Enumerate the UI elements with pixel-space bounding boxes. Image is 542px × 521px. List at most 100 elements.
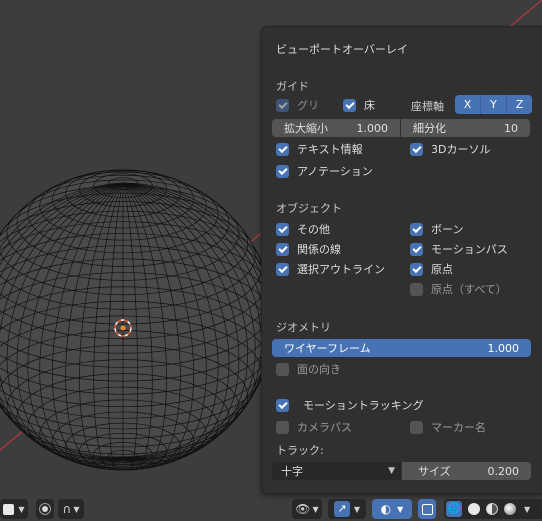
annotations-label: アノテーション	[297, 165, 373, 178]
wireframe-label: ワイヤーフレーム	[284, 342, 371, 355]
scale-field[interactable]: 拡大縮小 1.000	[272, 119, 400, 137]
bones-check-icon	[410, 222, 423, 236]
viewport-overlays-panel: ビューポートオーバーレイ ガイド グリ 床 座標軸 X Y Z 拡大縮小 1.0…	[261, 26, 542, 494]
origins-label: 原点	[431, 263, 453, 276]
camera-path-label: カメラパス	[297, 421, 352, 434]
relationship-lines-label: 関係の線	[297, 243, 341, 256]
material-preview-icon[interactable]	[486, 503, 498, 515]
marker-names-check-icon	[410, 420, 423, 434]
extras-label: その他	[297, 223, 330, 236]
grid-check-icon	[276, 98, 289, 112]
square-swatch-icon	[3, 503, 15, 515]
rendered-shading-icon[interactable]	[504, 503, 516, 515]
viewport-header-toolbar: ▼ ∩ ▼ 👁 ▼ ↗ ▼ ◐ ▼ 🌐 ▼	[0, 499, 542, 521]
text-info-label: テキスト情報	[297, 143, 363, 156]
chevron-down-icon: ▼	[312, 504, 319, 514]
shading-mode-group: 🌐 ▼	[444, 499, 542, 519]
xray-toggle[interactable]	[418, 499, 436, 519]
proportional-falloff-dropdown[interactable]: ∩ ▼	[58, 499, 84, 519]
scale-value: 1.000	[356, 121, 389, 135]
camera-path-checkbox[interactable]: カメラパス	[276, 419, 352, 435]
subdivisions-label: 細分化	[413, 122, 446, 135]
floor-checkbox[interactable]: 床	[343, 97, 375, 113]
motion-tracking-checkbox[interactable]: モーショントラッキング	[276, 397, 423, 413]
origins-checkbox[interactable]: 原点	[410, 261, 453, 277]
gizmo-arrow-icon: ↗	[333, 501, 350, 517]
annotations-checkbox[interactable]: アノテーション	[276, 163, 373, 179]
origins-all-label: 原点（すべて）	[431, 283, 507, 296]
falloff-curve-icon: ∩	[62, 502, 72, 516]
motion-paths-check-icon	[410, 242, 423, 256]
visibility-dropdown[interactable]: 👁 ▼	[292, 499, 322, 519]
tracks-label: トラック:	[276, 444, 324, 457]
camera-path-check-icon	[276, 420, 289, 434]
floor-check-icon	[343, 98, 356, 112]
motion-tracking-label: モーショントラッキング	[303, 399, 424, 412]
chevron-down-icon: ▼	[397, 504, 404, 514]
axis-z-toggle[interactable]: Z	[507, 95, 532, 114]
eye-icon: 👁	[295, 502, 311, 516]
wireframe-slider[interactable]: ワイヤーフレーム 1.000	[272, 339, 531, 357]
chevron-down-icon: ▼	[18, 504, 25, 514]
subdivisions-field[interactable]: 細分化 10	[401, 119, 530, 137]
motion-tracking-check-icon	[276, 398, 289, 412]
objects-heading: オブジェクト	[276, 202, 342, 215]
bones-label: ボーン	[431, 223, 464, 236]
outline-selected-check-icon	[276, 262, 289, 276]
floor-label: 床	[364, 99, 375, 112]
scale-label: 拡大縮小	[284, 122, 328, 135]
xray-square-icon	[421, 503, 433, 515]
subdivisions-value: 10	[504, 121, 518, 135]
face-orientation-label: 面の向き	[297, 363, 341, 376]
axis-x-toggle[interactable]: X	[455, 95, 481, 114]
bones-checkbox[interactable]: ボーン	[410, 221, 463, 237]
text-info-checkbox[interactable]: テキスト情報	[276, 141, 363, 157]
marker-names-label: マーカー名	[431, 421, 486, 434]
wireframe-value: 1.000	[487, 341, 520, 355]
motion-paths-label: モーションパス	[431, 243, 508, 256]
track-display-value: 十字	[281, 465, 303, 478]
3d-cursor-check-icon	[410, 142, 423, 156]
face-orientation-check-icon	[276, 362, 289, 376]
outline-selected-label: 選択アウトライン	[297, 263, 385, 276]
sphere-mesh[interactable]	[0, 169, 274, 471]
track-size-field[interactable]: サイズ 0.200	[402, 462, 531, 480]
panel-title: ビューポートオーバーレイ	[276, 43, 408, 56]
solid-shading-icon[interactable]	[468, 503, 480, 515]
face-orientation-checkbox[interactable]: 面の向き	[276, 361, 341, 377]
geometry-heading: ジオメトリ	[276, 321, 331, 334]
track-display-dropdown[interactable]: 十字 ▼	[272, 462, 401, 480]
overlays-toggle[interactable]: ◐ ▼	[372, 499, 412, 519]
transform-orientation-dropdown[interactable]: ▼	[0, 499, 28, 519]
chevron-down-icon: ▼	[353, 504, 361, 514]
extras-check-icon	[276, 222, 289, 236]
chevron-down-icon[interactable]: ▼	[524, 505, 530, 514]
wireframe-shading-globe-icon[interactable]: 🌐	[446, 501, 462, 517]
relationship-lines-check-icon	[276, 242, 289, 256]
3d-cursor-checkbox[interactable]: 3Dカーソル	[410, 141, 490, 157]
chevron-down-icon: ▼	[73, 504, 80, 514]
guides-heading: ガイド	[276, 80, 309, 93]
extras-checkbox[interactable]: その他	[276, 221, 330, 237]
text-info-check-icon	[276, 142, 289, 156]
pivot-point-button[interactable]	[36, 499, 54, 519]
outline-selected-checkbox[interactable]: 選択アウトライン	[276, 261, 385, 277]
3d-cursor-label: 3Dカーソル	[431, 143, 491, 156]
axis-y-toggle[interactable]: Y	[481, 95, 507, 114]
origins-all-check-icon	[410, 282, 423, 296]
motion-paths-checkbox[interactable]: モーションパス	[410, 241, 508, 257]
axes-toggle-group: X Y Z	[455, 95, 532, 114]
axes-label: 座標軸	[411, 100, 444, 113]
size-label: サイズ	[418, 465, 451, 478]
pivot-dot-icon	[42, 506, 48, 512]
grid-label: グリ	[297, 99, 319, 112]
origins-check-icon	[410, 262, 423, 276]
relationship-lines-checkbox[interactable]: 関係の線	[276, 241, 341, 257]
size-value: 0.200	[487, 464, 520, 478]
grid-checkbox[interactable]: グリ	[276, 97, 319, 113]
overlays-circles-icon: ◐	[380, 502, 392, 516]
marker-names-checkbox[interactable]: マーカー名	[410, 419, 486, 435]
origins-all-checkbox[interactable]: 原点（すべて）	[410, 281, 507, 297]
annotations-check-icon	[276, 164, 289, 178]
gizmo-toggle[interactable]: ↗ ▼	[328, 499, 366, 519]
